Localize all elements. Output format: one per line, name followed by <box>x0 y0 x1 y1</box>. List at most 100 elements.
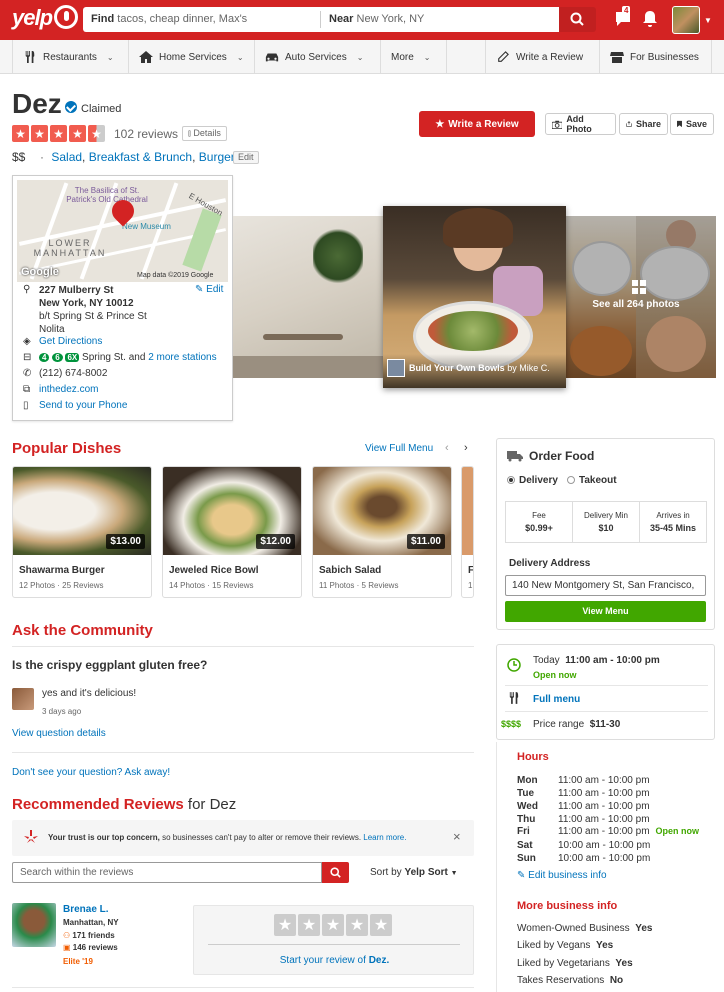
directions-row[interactable]: ◈ Get Directions <box>23 336 102 347</box>
dish-photo: $12.00 <box>163 467 301 555</box>
dish-card[interactable]: $13.00 Shawarma Burger 12 Photos · 25 Re… <box>12 466 152 598</box>
category-link[interactable]: Salad <box>51 150 82 164</box>
nav-home-services[interactable]: Home Services ⌄ <box>129 40 255 74</box>
start-review-box[interactable]: ★ ★ ★ ★ ★ Start your review of Dez. <box>193 905 474 975</box>
star-icon[interactable]: ★ <box>322 914 344 936</box>
yelp-logo[interactable]: yelp <box>12 5 79 31</box>
find-input[interactable]: Find tacos, cheap dinner, Max's <box>91 13 247 25</box>
takeout-radio[interactable]: Takeout <box>567 475 617 486</box>
chevron-down-icon: ⌄ <box>106 52 114 62</box>
category-link[interactable]: Breakfast & Brunch <box>89 150 192 164</box>
featured-photo[interactable]: Build Your Own Bowls by Mike C. <box>383 206 566 388</box>
storefront-icon <box>610 52 624 63</box>
elite-badge: Elite '19 <box>63 957 93 966</box>
ask-question-link[interactable]: Don't see your question? Ask away! <box>12 767 170 778</box>
nav-auto-services[interactable]: Auto Services ⌄ <box>255 40 381 74</box>
search-bar[interactable]: Find tacos, cheap dinner, Max's Near New… <box>83 7 559 32</box>
reviewer-name[interactable]: Brenae L. <box>63 904 109 915</box>
delivery-address-input[interactable]: 140 New Montgomery St, San Francisco, <box>505 575 706 596</box>
map[interactable]: The Basilica of St. Patrick's Old Cathed… <box>17 180 228 282</box>
send-phone-row[interactable]: ▯ Send to your Phone <box>23 400 127 411</box>
star-icon: ★ <box>50 125 67 142</box>
ask-community-title: Ask the Community <box>12 622 153 639</box>
business-photo[interactable] <box>233 216 383 378</box>
clock-icon <box>507 658 521 672</box>
search-button[interactable] <box>559 7 596 32</box>
dish-card[interactable]: F 1 <box>461 466 474 598</box>
subway-line-badge: 6X <box>65 353 80 362</box>
map-label: LOWER MANHATTAN <box>33 238 107 258</box>
close-icon[interactable]: × <box>453 829 461 844</box>
dish-price: $13.00 <box>106 534 145 549</box>
dish-card[interactable]: $11.00 Sabich Salad 11 Photos · 5 Review… <box>312 466 452 598</box>
reviewer-reviews: ▣ 146 reviews <box>63 943 118 952</box>
nav-more[interactable]: More ⌄ <box>381 40 447 74</box>
share-button[interactable]: Share <box>619 113 668 135</box>
get-directions-link[interactable]: Get Directions <box>39 336 102 347</box>
fee-value: $0.99+ <box>525 523 553 533</box>
details-button[interactable]: ⫾ Details <box>182 126 227 141</box>
hours-row: Thu 11:00 am - 10:00 pm <box>517 814 650 825</box>
dish-card[interactable]: $12.00 Jeweled Rice Bowl 14 Photos · 15 … <box>162 466 302 598</box>
nav-for-businesses[interactable]: For Businesses <box>600 40 712 74</box>
delivery-min-box: Delivery Min $10 <box>572 501 640 543</box>
edit-business-info-label[interactable]: Edit business info <box>528 870 606 881</box>
address-line2: New York, NY 10012 <box>39 298 134 309</box>
full-menu-link[interactable]: Full menu <box>533 694 580 705</box>
review-search-input[interactable]: Search within the reviews <box>12 862 322 883</box>
nav-for-businesses-label: For Businesses <box>630 51 699 63</box>
view-full-menu-link[interactable]: View Full Menu <box>365 443 433 454</box>
bell-icon[interactable] <box>642 9 658 32</box>
fork-knife-icon <box>509 692 519 704</box>
empty-star-rating[interactable]: ★ ★ ★ ★ ★ <box>274 914 392 936</box>
trust-message: Your trust is our top concern, so busine… <box>48 833 407 842</box>
chevron-right-icon[interactable]: › <box>464 442 468 454</box>
learn-more-link[interactable]: Learn more. <box>363 833 406 842</box>
cross-streets: b/t Spring St & Prince St <box>39 311 147 322</box>
messages-icon[interactable]: 4 <box>614 6 634 32</box>
chevron-left-icon[interactable]: ‹ <box>445 442 449 454</box>
save-button[interactable]: Save <box>670 113 714 135</box>
star-icon: ▣ <box>63 943 73 952</box>
edit-categories-button[interactable]: Edit <box>233 151 259 164</box>
delivery-radio[interactable]: Delivery <box>507 475 558 486</box>
order-food-header: Order Food <box>507 449 594 463</box>
star-icon[interactable]: ★ <box>274 914 296 936</box>
star-icon[interactable]: ★ <box>346 914 368 936</box>
review-search-button[interactable] <box>322 862 349 883</box>
user-avatar[interactable] <box>672 6 700 34</box>
user-avatar <box>387 359 405 377</box>
website-row[interactable]: ⧉ inthedez.com <box>23 384 98 395</box>
review-count[interactable]: 102 reviews <box>114 127 178 141</box>
community-question[interactable]: Is the crispy eggplant gluten free? <box>12 658 207 672</box>
sort-dropdown[interactable]: Sort by Yelp Sort ▼ <box>370 867 458 878</box>
reviewer-avatar[interactable] <box>12 903 56 947</box>
more-stations-link[interactable]: 2 more stations <box>148 352 216 363</box>
business-name: Dez <box>12 88 62 119</box>
nav-write-review-label: Write a Review <box>516 51 584 63</box>
home-icon <box>139 51 153 63</box>
nav-write-review[interactable]: Write a Review <box>485 40 600 74</box>
photo-caption: Build Your Own Bowls by Mike C. <box>409 363 550 373</box>
top-header: yelp Find tacos, cheap dinner, Max's Nea… <box>0 0 724 40</box>
user-avatar[interactable] <box>12 688 34 710</box>
send-to-phone-link[interactable]: Send to your Phone <box>39 400 127 411</box>
see-all-overlay[interactable]: See all 264 photos <box>566 216 716 378</box>
start-review-link[interactable]: Start your review of Dez. <box>194 955 475 966</box>
hours-row: Wed 11:00 am - 10:00 pm <box>517 801 650 812</box>
edit-business-info-link[interactable]: ✎ Edit business info <box>517 870 607 881</box>
edit-address-label[interactable]: Edit <box>206 284 223 295</box>
add-photo-button[interactable]: Add Photo <box>545 113 616 135</box>
nav-restaurants[interactable]: Restaurants ⌄ <box>12 40 129 74</box>
write-review-button[interactable]: ★ Write a Review <box>419 111 535 137</box>
view-menu-button[interactable]: View Menu <box>505 601 706 622</box>
near-input[interactable]: Near New York, NY <box>329 13 424 25</box>
edit-address-link[interactable]: ✎ Edit <box>195 284 223 295</box>
website-link[interactable]: inthedez.com <box>39 384 98 395</box>
chevron-down-icon: ⌄ <box>423 52 431 62</box>
star-icon[interactable]: ★ <box>370 914 392 936</box>
chevron-down-icon: ⌄ <box>356 52 364 62</box>
star-icon[interactable]: ★ <box>298 914 320 936</box>
chevron-down-icon[interactable]: ▼ <box>704 16 712 25</box>
view-question-details-link[interactable]: View question details <box>12 728 106 739</box>
